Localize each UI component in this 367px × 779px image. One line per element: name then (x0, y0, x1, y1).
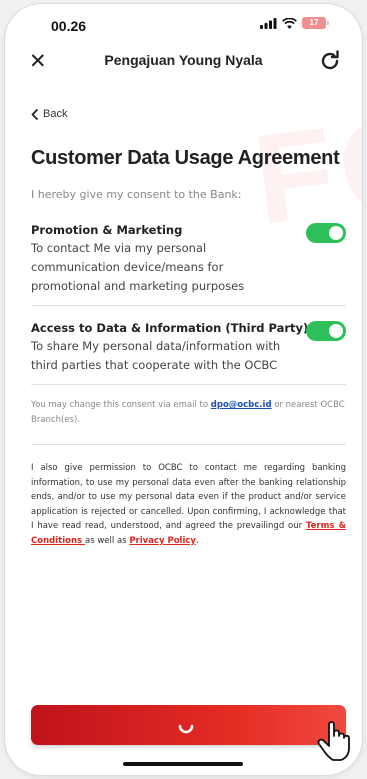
legal-text: I also give permission to OCBC to contac… (31, 461, 346, 548)
divider (31, 305, 346, 306)
consent-third-party: Access to Data & Information (Third Part… (31, 321, 346, 375)
signal-icon (260, 17, 277, 29)
refresh-icon[interactable] (318, 49, 342, 73)
consent-description: To share My personal data/information wi… (31, 339, 281, 372)
phone-screen: FO 00.26 17 ✕ Pengajuan Young Nyala Back… (5, 4, 362, 775)
submit-button[interactable] (31, 705, 346, 745)
consent-change-note: You may change this consent via email to… (31, 398, 346, 428)
third-party-toggle[interactable] (306, 321, 346, 341)
divider (31, 444, 346, 445)
toggle-knob (329, 226, 343, 240)
note-text: You may change this consent via email to (31, 400, 211, 410)
status-time: 00.26 (51, 18, 87, 34)
divider (31, 384, 346, 385)
intro-text: I hereby give my consent to the Bank: (31, 188, 242, 201)
toggle-knob (329, 324, 343, 338)
battery-icon: 17 (302, 17, 329, 29)
hand-pointer-icon (317, 721, 350, 761)
privacy-link[interactable]: Privacy Policy (129, 536, 196, 546)
consent-description: To contact Me via my personal communicat… (31, 241, 245, 293)
consent-promotion: Promotion & Marketing To contact Me via … (31, 223, 346, 296)
nav-bar: ✕ Pengajuan Young Nyala (5, 42, 362, 82)
legal-body: I also give permission to OCBC to contac… (31, 463, 346, 531)
email-link[interactable]: dpo@ocbc.id (211, 400, 272, 410)
loading-spinner-icon (178, 724, 194, 734)
status-bar: 00.26 17 (5, 4, 362, 36)
wifi-icon (282, 17, 297, 29)
consent-title: Access to Data & Information (Third Part… (31, 321, 309, 335)
chevron-left-icon (31, 108, 38, 120)
page-title: Customer Data Usage Agreement (31, 147, 340, 169)
status-icons: 17 (260, 17, 329, 29)
legal-end: . (195, 535, 199, 546)
home-indicator (123, 762, 243, 766)
legal-mid: as well as (85, 535, 130, 546)
nav-title: Pengajuan Young Nyala (104, 52, 263, 68)
back-link[interactable]: Back (31, 108, 67, 120)
consent-title: Promotion & Marketing (31, 223, 183, 237)
promotion-toggle[interactable] (306, 223, 346, 243)
back-label: Back (43, 108, 68, 120)
